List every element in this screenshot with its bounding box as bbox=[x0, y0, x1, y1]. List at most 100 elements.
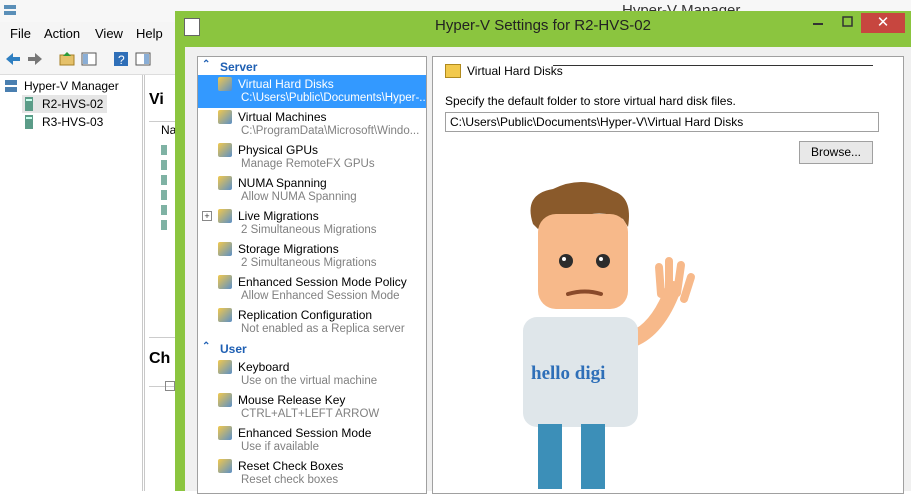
help-icon[interactable]: ? bbox=[112, 50, 130, 68]
vm-list-icons bbox=[161, 145, 167, 235]
mascot-illustration: hello digi bbox=[523, 181, 695, 489]
menu-bar: File Action View Help bbox=[0, 22, 180, 44]
mascot-eye bbox=[559, 254, 573, 268]
back-arrow-icon[interactable] bbox=[4, 50, 22, 68]
dialog-body: ⌃ Server Virtual Hard Disks C:\Users\Publ… bbox=[185, 47, 911, 494]
nav-item-detail: CTRL+ALT+LEFT ARROW bbox=[241, 408, 380, 420]
vhd-path-input[interactable] bbox=[445, 112, 879, 132]
console-tree: Hyper-V Manager R2-HVS-02 R3-HVS-03 bbox=[0, 75, 143, 491]
hyperv-app-icon bbox=[3, 3, 17, 17]
storage-migration-icon bbox=[218, 242, 232, 256]
content-title: Virtual Hard Disks bbox=[467, 64, 563, 78]
nav-item[interactable]: Virtual Machines C:\ProgramData\Microsoft… bbox=[198, 108, 426, 141]
nav-item-label: Enhanced Session Mode Policy bbox=[238, 275, 407, 289]
toolbar: ? bbox=[0, 44, 180, 75]
nav-item-detail: 2 Simultaneous Migrations bbox=[241, 224, 377, 236]
tree-host-r3[interactable]: R3-HVS-03 bbox=[22, 113, 103, 131]
numa-icon bbox=[218, 176, 232, 190]
nav-item-detail: Reset check boxes bbox=[241, 474, 339, 486]
menu-action[interactable]: Action bbox=[44, 26, 80, 41]
section-user[interactable]: ⌃ User bbox=[198, 341, 426, 357]
keyboard-icon bbox=[218, 360, 232, 374]
nav-item-detail: Use if available bbox=[241, 441, 319, 453]
collapse-chevron-icon: ⌃ bbox=[202, 59, 211, 70]
nav-item-detail: C:\ProgramData\Microsoft\Windo... bbox=[241, 125, 420, 137]
nav-item-label: Physical GPUs bbox=[238, 143, 319, 157]
vm-folder-icon bbox=[218, 110, 232, 124]
nav-item[interactable]: Mouse Release Key CTRL+ALT+LEFT ARROW bbox=[198, 391, 426, 424]
nav-item[interactable]: Storage Migrations 2 Simultaneous Migrati… bbox=[198, 240, 426, 273]
nav-item-label: Live Migrations bbox=[238, 209, 319, 223]
session-mode-icon bbox=[218, 426, 232, 440]
settings-content: Virtual Hard Disks Specify the default f… bbox=[432, 56, 904, 494]
server-icon bbox=[22, 97, 38, 111]
nav-item[interactable]: Reset Check Boxes Reset check boxes bbox=[198, 457, 426, 490]
nav-item[interactable]: + Live Migrations 2 Simultaneous Migration… bbox=[198, 207, 426, 240]
minimize-button[interactable] bbox=[805, 13, 831, 33]
forward-arrow-icon[interactable] bbox=[26, 50, 44, 68]
collapse-chevron-icon: ⌃ bbox=[202, 341, 211, 352]
nav-item-label: Virtual Machines bbox=[238, 110, 327, 124]
nav-item-detail: Not enabled as a Replica server bbox=[241, 323, 405, 335]
mascot-shirt-text: hello digi bbox=[531, 363, 605, 384]
nav-item-label: Virtual Hard Disks bbox=[238, 77, 334, 91]
up-folder-icon[interactable] bbox=[58, 50, 76, 68]
nav-item-label: Enhanced Session Mode bbox=[238, 426, 372, 440]
content-description: Specify the default folder to store virt… bbox=[445, 94, 736, 108]
browse-button[interactable]: Browse... bbox=[799, 141, 873, 164]
tree-host-r2[interactable]: R2-HVS-02 bbox=[22, 95, 108, 113]
header-divider bbox=[553, 65, 873, 66]
expand-icon[interactable]: + bbox=[202, 211, 212, 221]
mascot-leg bbox=[581, 424, 605, 489]
collapse-icon[interactable] bbox=[165, 381, 175, 391]
server-icon bbox=[22, 115, 38, 129]
dialog-titlebar[interactable]: Hyper-V Settings for R2-HVS-02 ✕ bbox=[175, 11, 911, 41]
close-button[interactable]: ✕ bbox=[861, 13, 905, 33]
hard-disk-folder-icon bbox=[445, 64, 461, 78]
svg-text:?: ? bbox=[118, 53, 125, 67]
menu-file[interactable]: File bbox=[10, 26, 31, 41]
section-server-label: Server bbox=[220, 60, 258, 74]
nav-item[interactable]: Enhanced Session Mode Use if available bbox=[198, 424, 426, 457]
nav-item-detail: Allow Enhanced Session Mode bbox=[241, 290, 400, 302]
nav-item[interactable]: NUMA Spanning Allow NUMA Spanning bbox=[198, 174, 426, 207]
nav-item[interactable]: Virtual Hard Disks C:\Users\Public\Docume… bbox=[198, 75, 426, 108]
tree-root[interactable]: Hyper-V Manager bbox=[4, 77, 119, 95]
maximize-button[interactable] bbox=[835, 13, 861, 33]
tree-root-label: Hyper-V Manager bbox=[24, 79, 119, 93]
reset-checkbox-icon bbox=[218, 459, 232, 473]
nav-item-label: Reset Check Boxes bbox=[238, 459, 344, 473]
nav-item-label: Replication Configuration bbox=[238, 308, 373, 322]
nav-item-label: Keyboard bbox=[238, 360, 290, 374]
tree-host-label: R2-HVS-02 bbox=[42, 97, 104, 111]
session-policy-icon bbox=[218, 275, 232, 289]
nav-item-detail: C:\Users\Public\Documents\Hyper-... bbox=[241, 92, 427, 104]
nav-item-label: Storage Migrations bbox=[238, 242, 339, 256]
replication-icon bbox=[218, 308, 232, 322]
nav-item-detail: Manage RemoteFX GPUs bbox=[241, 158, 375, 170]
dialog-title: Hyper-V Settings for R2-HVS-02 bbox=[435, 17, 651, 34]
nav-item-detail: Use on the virtual machine bbox=[241, 375, 378, 387]
nav-item-detail: 2 Simultaneous Migrations bbox=[241, 257, 377, 269]
live-migration-icon bbox=[218, 209, 232, 223]
hyperv-manager-icon bbox=[4, 79, 20, 93]
nav-item[interactable]: Replication Configuration Not enabled as … bbox=[198, 306, 426, 339]
menu-view[interactable]: View bbox=[95, 26, 123, 41]
show-hide-tree-icon[interactable] bbox=[80, 50, 98, 68]
section-server[interactable]: ⌃ Server bbox=[198, 59, 426, 75]
nav-item-detail: Allow NUMA Spanning bbox=[241, 191, 357, 203]
tree-host-label: R3-HVS-03 bbox=[42, 115, 104, 129]
settings-dialog: Hyper-V Settings for R2-HVS-02 ✕ ⌃ Serve… bbox=[175, 11, 911, 494]
mascot-leg bbox=[538, 424, 562, 489]
nav-item[interactable]: Physical GPUs Manage RemoteFX GPUs bbox=[198, 141, 426, 174]
hard-disk-folder-icon bbox=[218, 77, 232, 91]
gpu-icon bbox=[218, 143, 232, 157]
mascot-head bbox=[538, 214, 628, 309]
nav-item-label: Mouse Release Key bbox=[238, 393, 346, 407]
menu-help[interactable]: Help bbox=[136, 26, 163, 41]
mouse-release-icon bbox=[218, 393, 232, 407]
nav-item[interactable]: Keyboard Use on the virtual machine bbox=[198, 358, 426, 391]
settings-nav: ⌃ Server Virtual Hard Disks C:\Users\Publ… bbox=[197, 56, 427, 494]
nav-item[interactable]: Enhanced Session Mode Policy Allow Enhanc… bbox=[198, 273, 426, 306]
action-pane-icon[interactable] bbox=[134, 50, 152, 68]
